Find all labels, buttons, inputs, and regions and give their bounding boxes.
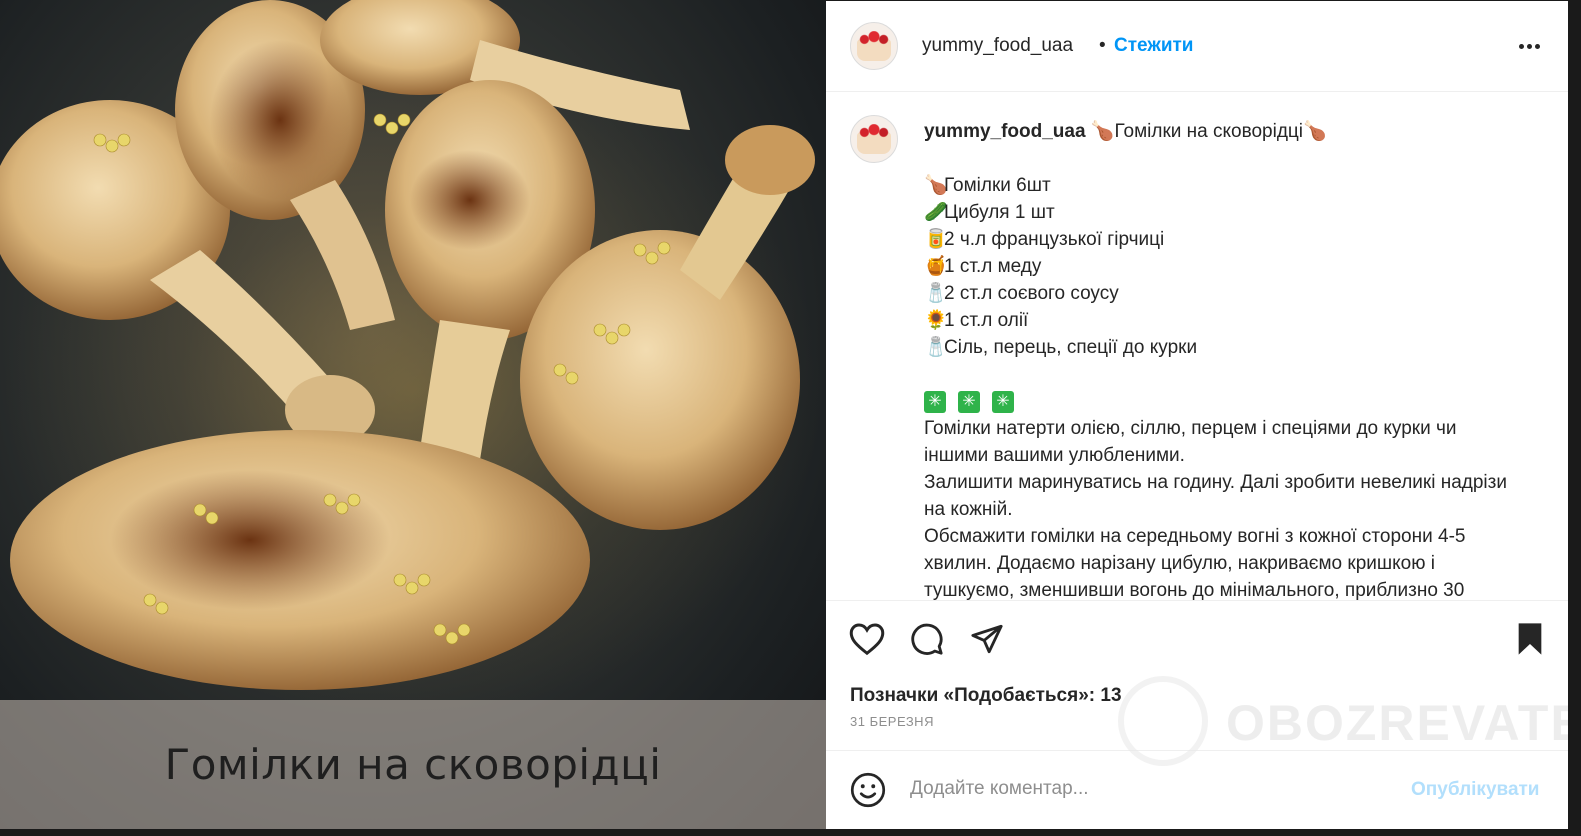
caption-title: Гомілки на сковорідці [1114, 121, 1304, 142]
sparkle-icon: ✳ [992, 390, 1014, 413]
divider-row: ✳ ✳ ✳ [924, 388, 1524, 415]
like-heart-icon[interactable] [849, 622, 885, 656]
drumstick-icon: 🍗 [1090, 121, 1115, 142]
ingredient-line: 🍗Гомілки 6шт [924, 172, 1524, 199]
ingredient-text: Цибуля 1 шт [944, 202, 1055, 223]
watermark-text: OBOZREVATEL [1226, 695, 1581, 751]
globe-logo-icon [1118, 676, 1208, 766]
post-header: yummy_food_uaa • Стежити [826, 1, 1568, 92]
publish-button[interactable]: Опублікувати [1411, 779, 1540, 801]
ingredient-line: 🥒Цибуля 1 шт [924, 199, 1524, 226]
ingredient-line: 🧂Сіль, перець, спеції до курки [924, 334, 1524, 361]
drumstick [10, 430, 590, 690]
step-text: Обсмажити гомілки на середньому вогні з … [924, 526, 1466, 600]
ingredient-text: 1 ст.л олії [944, 310, 1029, 331]
post-image[interactable]: Гомілки на сковорідці [0, 0, 826, 829]
ingredient-text: 1 ст.л меду [944, 256, 1042, 277]
likes-count[interactable]: Позначки «Подобається»: 13 [850, 685, 1122, 707]
share-send-icon[interactable] [969, 622, 1005, 656]
sparkle-icon: ✳ [958, 390, 980, 413]
separator-dot: • [1099, 35, 1106, 56]
avatar[interactable] [850, 115, 898, 163]
comment-icon[interactable] [909, 622, 945, 656]
watermark: OBOZREVATEL [1118, 676, 1581, 776]
ingredient-text: Гомілки 6шт [944, 175, 1051, 196]
follow-button[interactable]: Стежити [1114, 35, 1193, 57]
step-text: Гомілки натерти олією, сіллю, перцем і с… [924, 418, 1457, 466]
sunflower-icon: 🌻 [924, 310, 948, 331]
caption-username[interactable]: yummy_food_uaa [924, 121, 1086, 142]
scrollbar[interactable] [1568, 0, 1581, 836]
sparkle-icon: ✳ [924, 390, 946, 413]
can-icon: 🥫 [924, 229, 948, 250]
ingredient-line: 🧂2 ст.л соєвого соусу [924, 280, 1524, 307]
ingredient-line: 🌻1 ст.л олії [924, 307, 1524, 334]
ingredient-text: Сіль, перець, спеції до курки [944, 337, 1198, 358]
caption-area: yummy_food_uaa 🍗Гомілки на сковорідці🍗 🍗… [826, 92, 1568, 600]
image-caption-text: Гомілки на сковорідці [164, 740, 662, 789]
save-bookmark-icon[interactable] [1514, 622, 1546, 656]
ingredient-line: 🥫2 ч.л французької гірчиці [924, 226, 1524, 253]
post-date[interactable]: 31 БЕРЕЗНЯ [850, 714, 934, 729]
comment-input[interactable] [908, 777, 1392, 801]
step-text: Залишити маринуватись на годину. Далі зр… [924, 472, 1507, 520]
ingredient-text: 2 ч.л французької гірчиці [944, 229, 1165, 250]
header-username[interactable]: yummy_food_uaa [922, 35, 1073, 57]
avatar[interactable] [850, 22, 898, 70]
drumsticks-illustration [0, 0, 815, 690]
salt-shaker-icon: 🧂 [924, 283, 948, 304]
caption-body: 🍗Гомілки 6шт 🥒Цибуля 1 шт 🥫2 ч.л француз… [924, 172, 1524, 600]
honey-pot-icon: 🍯 [924, 256, 948, 277]
ingredient-text: 2 ст.л соєвого соусу [944, 283, 1119, 304]
more-options-icon[interactable] [1514, 31, 1544, 61]
emoji-icon[interactable] [850, 772, 886, 808]
drumstick-icon: 🍗 [1303, 121, 1327, 142]
ingredient-line: 🍯1 ст.л меду [924, 253, 1524, 280]
berries-icon [858, 31, 890, 45]
salt-shaker-icon: 🧂 [924, 337, 948, 358]
drumstick-icon: 🍗 [924, 175, 948, 196]
berries-icon [858, 124, 890, 138]
caption-title-line: yummy_food_uaa 🍗Гомілки на сковорідці🍗 [924, 119, 1327, 143]
cucumber-icon: 🥒 [924, 202, 948, 223]
